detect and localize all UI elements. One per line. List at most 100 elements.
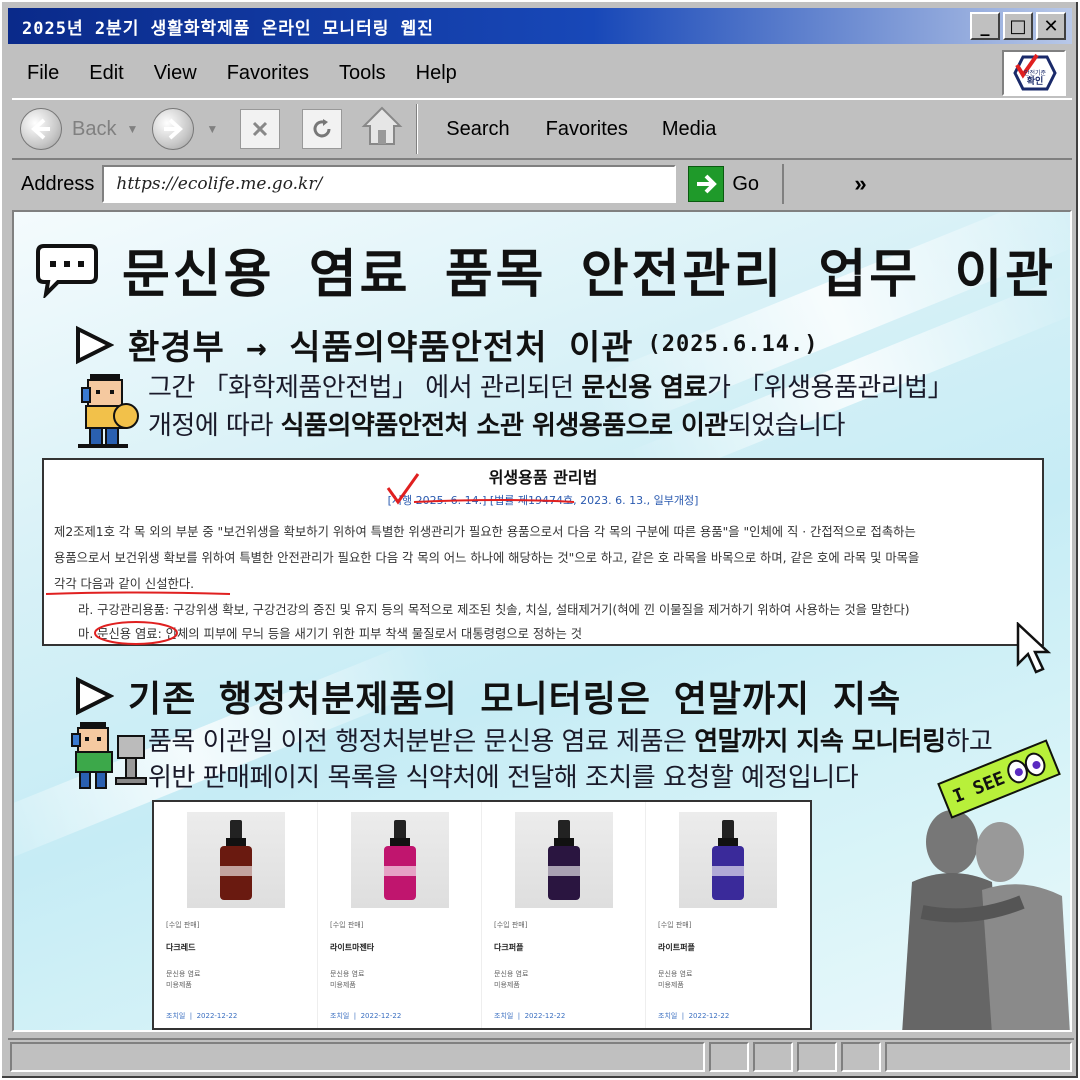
person-computer-icon xyxy=(71,722,147,789)
text-run: 가 「위생용품관리법」 xyxy=(707,373,954,403)
menu-bar: File Edit View Favorites Tools Help xyxy=(12,50,992,96)
section2-paragraph-line2: 위반 판매페이지 목록을 식약처에 전달해 조치를 요청할 예정입니다 xyxy=(148,763,859,793)
section1-paragraph-line2: 개정에 따라 식품의약품안전처 소관 위생용품으로 이관되었습니다 xyxy=(148,408,845,444)
section2-title: 기존 행정처분제품의 모니터링은 연말까지 지속 xyxy=(128,679,902,720)
product-tag: [수입 판매] xyxy=(330,921,364,929)
product-category: 문신용 염료 미용제품 xyxy=(166,969,305,991)
category-1: 문신용 염료 xyxy=(658,970,693,978)
law-line: 제2조제1호 각 목 외의 부분 중 "보건위생을 확보하기 위하여 특별한 위… xyxy=(54,525,916,539)
law-line: 라. 구강관리용품: 구강위생 확보, 구강건강의 증진 및 유지 등의 목적으… xyxy=(78,603,910,617)
menu-favorites[interactable]: Favorites xyxy=(212,62,324,85)
category-2: 미용제품 xyxy=(658,981,684,989)
highlight-run: 연말까지 지속 모니터링 xyxy=(694,727,946,757)
section1-heading: 환경부 → 식품의약품안전처 이관 (2025.6.14.) xyxy=(74,320,818,369)
product-category: 문신용 염료 미용제품 xyxy=(330,969,469,991)
forward-dropdown-icon[interactable]: ▼ xyxy=(206,122,218,136)
section1-title: 환경부 → 식품의약품안전처 이관 xyxy=(128,328,634,368)
law-line: 용품으로서 보건위생 확보를 위하여 특별한 안전관리가 필요한 다음 각 목의… xyxy=(54,551,920,565)
address-bar: Address https://ecolife.me.go.kr/ Go » xyxy=(12,162,1072,206)
home-icon[interactable] xyxy=(360,104,404,154)
section1-paragraph-line1: 그간 「화학제품안전법」 에서 관리되던 문신용 염료가 「위생용품관리법」 xyxy=(148,370,954,406)
page-title: 문신용 염료 품목 안전관리 업무 이관 xyxy=(122,245,1057,305)
media-button[interactable]: Media xyxy=(662,118,716,141)
action-label: 조치일 xyxy=(658,1012,678,1020)
favorites-button[interactable]: Favorites xyxy=(546,118,628,141)
highlight-run: 문신용 염료 xyxy=(581,373,708,403)
product-name: 다크레드 xyxy=(166,943,196,952)
red-check-annotation xyxy=(386,473,575,505)
status-cell xyxy=(753,1042,793,1072)
product-image xyxy=(679,812,777,908)
red-underline-annotation xyxy=(45,591,231,595)
category-1: 문신용 염료 xyxy=(330,970,365,978)
category-2: 미용제품 xyxy=(494,981,520,989)
window-title: 2025년 2분기 생활화학제품 온라인 모니터링 웹진 xyxy=(22,18,434,39)
back-dropdown-icon[interactable]: ▼ xyxy=(126,122,138,136)
go-button[interactable]: Go xyxy=(688,164,785,204)
product-image xyxy=(350,812,449,908)
product-card[interactable]: [수입 판매] 라이트마젠타 문신용 염료 미용제품 조치일 | 2022-12-… xyxy=(318,802,482,1028)
svg-text:확인: 확인 xyxy=(1027,75,1044,87)
address-label: Address xyxy=(21,172,95,195)
action-date: 2022-12-22 xyxy=(524,1012,566,1020)
main-heading: 문신용 염료 품목 안전관리 업무 이관 xyxy=(34,232,1056,307)
product-action-date: 조치일 | 2022-12-22 xyxy=(658,1012,730,1020)
stop-icon[interactable] xyxy=(240,109,281,149)
play-triangle-icon xyxy=(76,325,114,364)
text-run: 되었습니다 xyxy=(727,411,846,441)
red-circle-annotation xyxy=(94,621,178,645)
status-cell xyxy=(840,1042,881,1072)
action-date: 2022-12-22 xyxy=(688,1012,730,1020)
maximize-button[interactable]: □ xyxy=(1003,12,1033,40)
product-card[interactable]: [수입 판매] 라이트퍼플 문신용 염료 미용제품 조치일 | 2022-12-2… xyxy=(646,802,810,1028)
action-date: 2022-12-22 xyxy=(196,1012,238,1020)
menu-view[interactable]: View xyxy=(139,62,212,85)
action-label: 조치일 xyxy=(166,1012,186,1020)
law-excerpt-box: 위생용품 관리법 [시행 2025. 6. 14.] [법률 제19474호, … xyxy=(42,458,1044,646)
status-zone-cell xyxy=(884,1042,1072,1072)
toolbar: Back ▼ ▼ Search Favorites Media xyxy=(12,98,1072,160)
speech-bubble-icon xyxy=(36,243,98,298)
product-tag: [수입 판매] xyxy=(166,921,200,929)
search-button[interactable]: Search xyxy=(446,118,509,141)
svg-text:안전기준: 안전기준 xyxy=(1024,69,1047,77)
menu-file[interactable]: File xyxy=(12,62,74,85)
close-button[interactable]: ✕ xyxy=(1036,12,1066,40)
action-date: 2022-12-22 xyxy=(360,1012,402,1020)
back-button[interactable]: Back xyxy=(72,118,116,141)
refresh-icon[interactable] xyxy=(302,109,343,149)
text-run: 하고 xyxy=(945,727,993,757)
text-run: 개정에 따라 xyxy=(148,411,281,441)
address-input[interactable]: https://ecolife.me.go.kr/ xyxy=(102,165,677,203)
go-arrow-icon xyxy=(688,166,725,202)
section2-heading: 기존 행정처분제품의 모니터링은 연말까지 지속 xyxy=(74,670,901,722)
product-card[interactable]: [수입 판매] 다크퍼플 문신용 염료 미용제품 조치일 | 2022-12-22 xyxy=(482,802,646,1028)
menu-tools[interactable]: Tools xyxy=(324,62,401,85)
minimize-button[interactable]: _ xyxy=(970,12,1000,40)
safety-logo-icon: 안전기준 확인 xyxy=(1013,53,1057,91)
product-list-screenshot: [수입 판매] 다크레드 문신용 염료 미용제품 조치일 | 2022-12-22… xyxy=(152,800,812,1030)
highlight-run: 식품의약품안전처 소관 위생용품으로 이관 xyxy=(280,411,729,441)
action-label: 조치일 xyxy=(494,1012,514,1020)
title-bar[interactable]: 2025년 2분기 생활화학제품 온라인 모니터링 웹진 _ □ ✕ xyxy=(8,8,1072,44)
mouse-cursor-icon xyxy=(1016,622,1052,674)
links-chevron-icon[interactable]: » xyxy=(854,171,866,197)
product-action-date: 조치일 | 2022-12-22 xyxy=(494,1012,566,1020)
menu-edit[interactable]: Edit xyxy=(74,62,138,85)
product-tag: [수입 판매] xyxy=(658,921,692,929)
forward-arrow-icon[interactable] xyxy=(152,108,195,150)
product-action-date: 조치일 | 2022-12-22 xyxy=(166,1012,238,1020)
product-name: 다크퍼플 xyxy=(494,943,524,952)
status-text-cell xyxy=(10,1042,706,1072)
section1-date: (2025.6.14.) xyxy=(647,332,819,357)
back-arrow-icon[interactable] xyxy=(20,108,62,150)
status-bar xyxy=(8,1038,1074,1072)
pixel-couple-illustration xyxy=(902,810,1070,1030)
menu-help[interactable]: Help xyxy=(401,62,472,85)
category-1: 문신용 염료 xyxy=(494,970,529,978)
window-controls: _ □ ✕ xyxy=(970,12,1066,40)
category-2: 미용제품 xyxy=(166,981,192,989)
text-run: 품목 이관일 이전 행정처분받은 문신용 염료 제품은 xyxy=(148,727,695,757)
product-card[interactable]: [수입 판매] 다크레드 문신용 염료 미용제품 조치일 | 2022-12-22 xyxy=(154,802,318,1028)
eyes-icon xyxy=(1007,752,1046,784)
